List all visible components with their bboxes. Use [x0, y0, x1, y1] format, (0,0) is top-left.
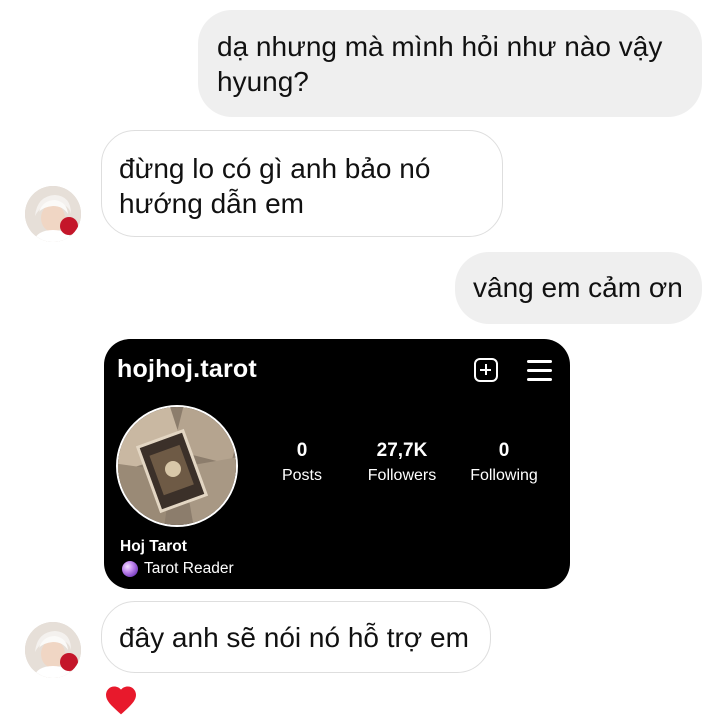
stat-label: Following: [470, 467, 538, 484]
message-line: hướng dẫn em: [119, 188, 304, 219]
message-bubble-outgoing[interactable]: dạ nhưng mà mình hỏi như nào vậy hyung?: [198, 10, 702, 117]
crystal-ball-icon: [122, 561, 138, 577]
message-line: đây anh sẽ nói nó hỗ trợ em: [119, 622, 469, 653]
stat-label: Followers: [367, 467, 437, 484]
profile-bio-text: Tarot Reader: [144, 560, 234, 577]
new-post-icon: [474, 358, 498, 382]
message-line: dạ nhưng mà mình hỏi như nào vậy: [217, 31, 663, 62]
message-bubble-outgoing[interactable]: vâng em cảm ơn: [455, 252, 702, 324]
stat-value: 0: [296, 440, 308, 461]
profile-username: hojhoj.tarot: [117, 355, 257, 383]
profile-picture: [116, 405, 238, 527]
stat-posts: 0 Posts: [274, 439, 330, 489]
message-bubble-incoming[interactable]: đây anh sẽ nói nó hỗ trợ em: [101, 601, 491, 673]
message-line: vâng em cảm ơn: [473, 272, 683, 303]
message-bubble-incoming[interactable]: đừng lo có gì anh bảo nó hướng dẫn em: [101, 130, 503, 237]
stat-label: Posts: [281, 467, 322, 484]
profile-display-name: Hoj Tarot: [120, 538, 187, 555]
stat-value: 0: [498, 440, 510, 461]
stat-value: 27,7K: [376, 440, 428, 461]
message-line: hyung?: [217, 66, 309, 97]
menu-icon: [527, 359, 552, 381]
stat-following: 0 Following: [466, 439, 542, 489]
shared-profile-card[interactable]: hojhoj.tarot 0 Posts 27,7K Followers 0 F…: [104, 339, 570, 589]
stat-followers: 27,7K Followers: [360, 439, 444, 489]
profile-bio: Tarot Reader: [122, 560, 234, 578]
sender-avatar[interactable]: [25, 186, 81, 242]
sender-avatar[interactable]: [25, 622, 81, 678]
heart-reaction-icon[interactable]: [103, 682, 139, 718]
message-line: đừng lo có gì anh bảo nó: [119, 153, 431, 184]
